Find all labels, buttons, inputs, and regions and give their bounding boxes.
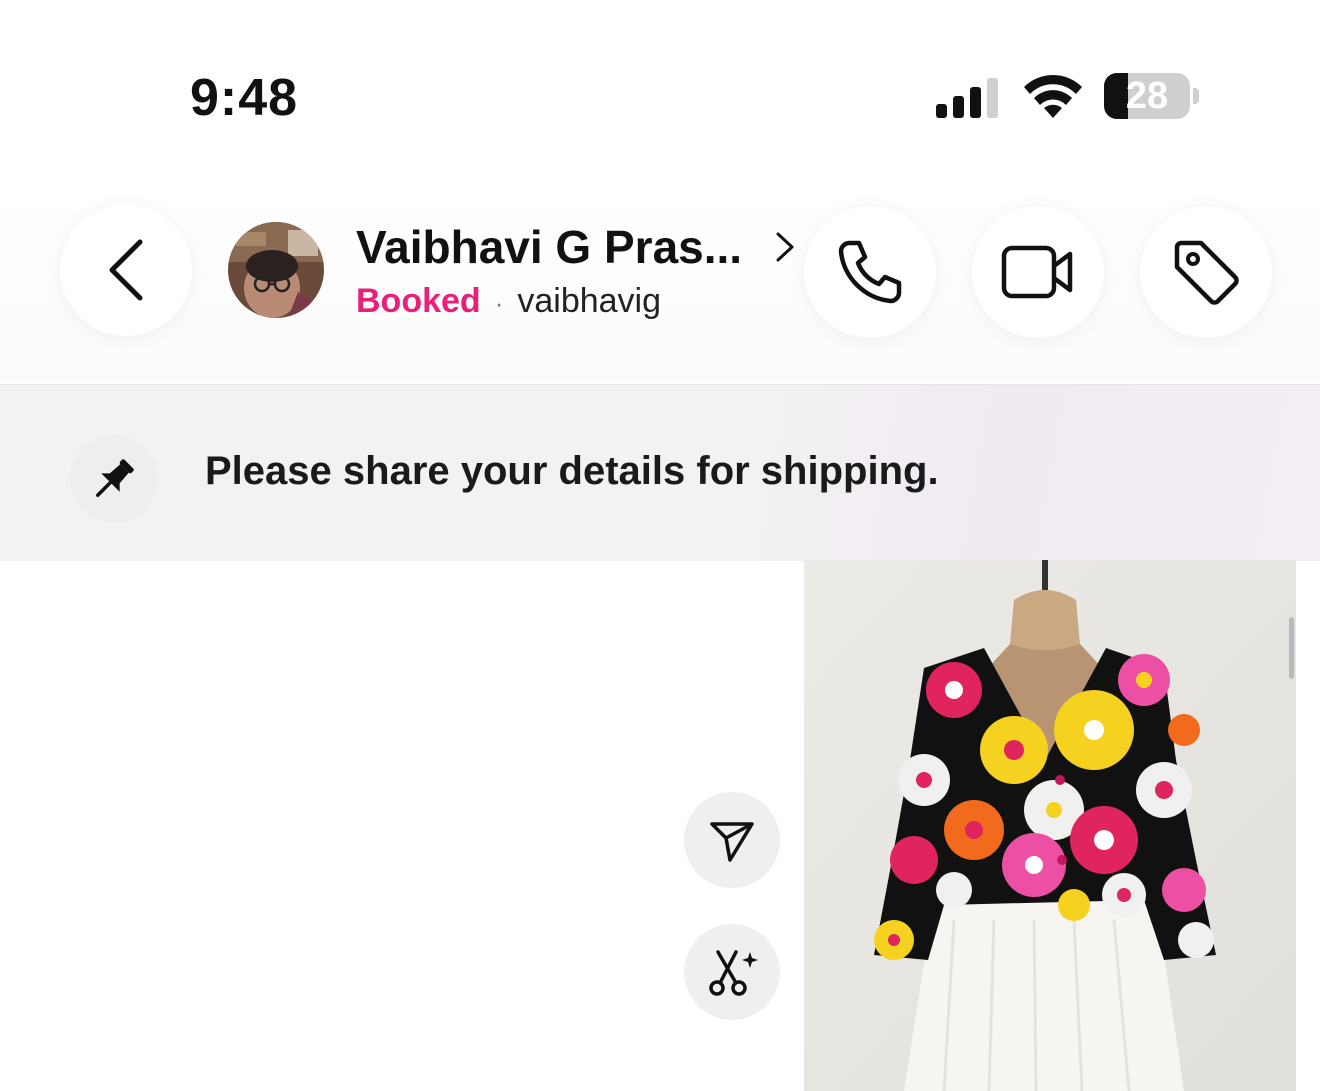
contact-subtitle: Booked · vaibhavig xyxy=(356,282,661,321)
phone-icon xyxy=(838,240,902,304)
separator-dot: · xyxy=(494,287,504,318)
pin-button[interactable] xyxy=(70,435,158,523)
cellular-signal-icon xyxy=(936,78,998,118)
back-button[interactable] xyxy=(60,204,192,336)
video-call-button[interactable] xyxy=(972,206,1104,338)
tag-icon xyxy=(1174,240,1239,305)
status-time: 9:48 xyxy=(190,69,299,127)
wifi-icon xyxy=(1024,74,1082,118)
pin-icon xyxy=(95,459,134,498)
jacket-photo xyxy=(804,560,1296,1091)
chat-header: Vaibhavi G Pras... Booked · vaibhavig xyxy=(0,190,1320,382)
contact-username: vaibhavig xyxy=(517,282,662,320)
battery-level: 28 xyxy=(1125,75,1169,117)
pinned-message-text: Please share your details for shipping. xyxy=(205,449,939,493)
forward-button[interactable] xyxy=(684,792,780,888)
contact-name[interactable]: Vaibhavi G Pras... xyxy=(356,220,742,274)
forward-icon xyxy=(710,822,754,862)
shared-photo-message[interactable] xyxy=(804,560,1296,1091)
booked-status-label: Booked xyxy=(356,282,481,320)
scissors-sparkle-icon xyxy=(709,950,758,996)
audio-call-button[interactable] xyxy=(804,206,936,338)
cutout-button[interactable] xyxy=(684,924,780,1020)
scroll-indicator[interactable] xyxy=(1289,617,1294,679)
contact-avatar[interactable] xyxy=(228,222,324,318)
video-camera-icon xyxy=(1001,245,1073,299)
pinned-message-banner[interactable]: Please share your details for shipping. xyxy=(0,384,1320,561)
status-bar: 9:48 28 xyxy=(0,0,1320,190)
label-tag-button[interactable] xyxy=(1140,206,1272,338)
chevron-right-icon[interactable] xyxy=(774,230,796,264)
battery-icon: 28 xyxy=(1104,73,1200,121)
back-icon xyxy=(109,239,143,301)
